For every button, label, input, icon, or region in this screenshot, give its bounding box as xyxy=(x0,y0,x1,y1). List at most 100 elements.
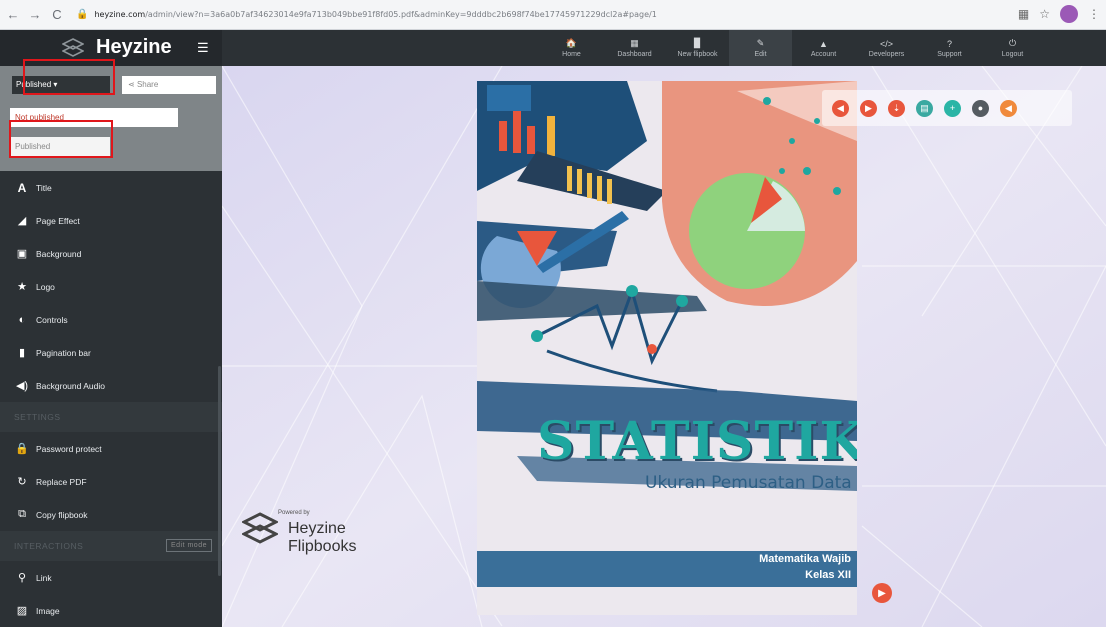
sidebar-item-pagination-bar[interactable]: ▮ Pagination bar xyxy=(0,336,222,369)
powered-label: Powered by xyxy=(278,510,310,516)
powered-name: Heyzine Flipbooks xyxy=(288,520,356,556)
section-label: SETTINGS xyxy=(14,412,61,422)
share-icon: ⋖ xyxy=(128,80,137,89)
nav-edit[interactable]: ✎ Edit xyxy=(729,30,792,66)
sidebar-item-background-audio[interactable]: ◀) Background Audio xyxy=(0,369,222,402)
nav-label: Dashboard xyxy=(617,51,652,58)
sidebar-item-background[interactable]: ▣ Background xyxy=(0,237,222,270)
copy-icon: ⧉ xyxy=(18,508,26,520)
document-icon: ▉ xyxy=(694,38,701,48)
cover-illustration xyxy=(477,81,857,491)
zoom-icon[interactable]: + xyxy=(944,99,961,117)
sidebar-item-label: Pagination bar xyxy=(36,347,91,358)
kebab-menu-icon[interactable]: ⋮ xyxy=(1088,7,1100,21)
avatar[interactable] xyxy=(1060,5,1078,23)
back-icon[interactable]: ← xyxy=(4,7,22,22)
bookmark-star-icon[interactable]: ☆ xyxy=(1039,7,1050,21)
sidebar-item-label: Background xyxy=(36,248,82,259)
sidebar-item-label: Background Audio xyxy=(36,380,105,391)
heyzine-logo-icon xyxy=(62,38,84,57)
sidebar-item-label: Page Effect xyxy=(36,215,80,226)
nav-label: Account xyxy=(810,50,837,58)
forward-icon[interactable]: → xyxy=(26,7,44,22)
address-bar[interactable]: heyzine.com/admin/view?n=3a6a0b7af346230… xyxy=(94,10,974,19)
user-icon: ▲ xyxy=(819,38,828,49)
pencil-icon: ✎ xyxy=(756,38,765,48)
book-cover[interactable]: STATISTIKA Ukuran Pemusatan Data Matemat… xyxy=(477,81,857,615)
nav-new-flipbook[interactable]: ▉ New flipbook xyxy=(666,30,729,66)
chevron-right-icon: ▶ xyxy=(878,587,886,599)
sidebar-item-label: Copy flipbook xyxy=(36,509,88,520)
sidebar-item-label: Password protect xyxy=(36,443,102,454)
sidebar-item-copy-flipbook[interactable]: ⧉ Copy flipbook xyxy=(0,498,222,531)
sidebar-menu: A Title ◢ Page Effect ▣ Background ★ Logo ◐ C… xyxy=(0,171,222,627)
section-label: INTERACTIONS xyxy=(14,541,84,551)
sidebar-item-logo[interactable]: ★ Logo xyxy=(0,270,222,303)
toggle-icon: ◐ xyxy=(18,313,26,326)
nav-support[interactable]: ? Support xyxy=(918,30,981,66)
previous-icon[interactable]: ◀ xyxy=(832,99,849,117)
nav-label: New flipbook xyxy=(677,51,718,58)
dashboard-icon: ▦ xyxy=(630,38,639,48)
nav-account[interactable]: ▲ Account xyxy=(792,30,855,66)
nav-label: Support xyxy=(937,50,962,58)
section-settings: SETTINGS xyxy=(0,402,222,432)
bookmark-icon: ▮ xyxy=(18,347,26,359)
image-icon: ▨ xyxy=(16,605,28,617)
browser-actions: ▦ ☆ ⋮ xyxy=(1018,5,1100,23)
sidebar-item-password-protect[interactable]: 🔒 Password protect xyxy=(0,432,222,465)
fullscreen-icon[interactable]: ● xyxy=(972,99,989,117)
edit-mode-button[interactable]: Edit mode xyxy=(165,539,212,552)
star-icon: ★ xyxy=(17,281,27,293)
lock-icon: 🔒 xyxy=(15,443,29,455)
url-host: heyzine.com xyxy=(94,10,146,19)
browser-chrome: ← → C 🔒 heyzine.com/admin/view?n=3a6a0b7… xyxy=(0,0,1106,30)
sidebar-scrollbar[interactable] xyxy=(218,366,221,576)
sidebar-item-label: Title xyxy=(36,182,52,193)
section-interactions: INTERACTIONS Edit mode xyxy=(0,531,222,561)
refresh-icon: ↻ xyxy=(17,476,27,488)
sidebar-item-label: Controls xyxy=(36,314,68,325)
link-icon: ⚲ xyxy=(17,572,27,584)
code-icon: </> xyxy=(879,38,893,49)
nav-label: Logout xyxy=(1001,51,1024,58)
print-icon[interactable]: ▤ xyxy=(916,99,933,117)
sidebar-item-page-effect[interactable]: ◢ Page Effect xyxy=(0,204,222,237)
sidebar-item-controls[interactable]: ◐ Controls xyxy=(0,303,222,336)
brand-name: Heyzine xyxy=(96,36,172,58)
next-icon[interactable]: ▶ xyxy=(860,99,877,117)
powered-name-line2: Flipbooks xyxy=(288,538,357,555)
nav-label: Developers xyxy=(868,50,905,58)
power-icon: ⏻ xyxy=(1008,38,1017,48)
sidebar-item-replace-pdf[interactable]: ↻ Replace PDF xyxy=(0,465,222,498)
powered-by-badge[interactable]: Powered by Heyzine Flipbooks xyxy=(242,510,402,590)
reload-icon[interactable]: C xyxy=(48,7,66,22)
nav-developers[interactable]: </> Developers xyxy=(855,30,918,66)
book-band: Matematika Wajib Kelas XII xyxy=(477,551,857,587)
sidebar-item-label: Link xyxy=(36,572,52,583)
sidebar-item-link[interactable]: ⚲ Link xyxy=(0,561,222,594)
highlight-box xyxy=(9,120,113,158)
share-label: Share xyxy=(136,80,159,89)
heyzine-logo-icon xyxy=(242,512,278,544)
translate-icon[interactable]: ▦ xyxy=(1018,7,1029,21)
sidebar-item-label: Image xyxy=(36,605,60,616)
download-icon[interactable]: ⇣ xyxy=(888,99,905,117)
top-navbar: Heyzine ☰ 🏠 Home ▦ Dashboard ▉ New flipbook… xyxy=(0,30,1106,66)
sound-icon[interactable]: ◀ xyxy=(1000,99,1017,117)
sidebar-item-title[interactable]: A Title xyxy=(0,171,222,204)
nav-dashboard[interactable]: ▦ Dashboard xyxy=(603,30,666,66)
hamburger-icon[interactable]: ☰ xyxy=(197,40,209,56)
speaker-icon: ◀) xyxy=(15,380,29,392)
nav-label: Home xyxy=(562,51,581,58)
nav-logout[interactable]: ⏻ Logout xyxy=(981,30,1044,66)
sidebar-item-image[interactable]: ▨ Image xyxy=(0,594,222,627)
next-page-button[interactable]: ▶ xyxy=(872,583,892,603)
viewer-toolbar: ◀ ▶ ⇣ ▤ + ● ◀ xyxy=(822,90,1072,126)
nav-home[interactable]: 🏠 Home xyxy=(540,30,603,66)
book-line2: Kelas XII xyxy=(805,569,851,581)
nav-label: Edit xyxy=(754,51,767,58)
powered-name-line1: Heyzine xyxy=(288,520,346,537)
main-nav: 🏠 Home ▦ Dashboard ▉ New flipbook ✎ Edit ▲ Ac… xyxy=(540,30,1044,66)
share-button[interactable]: ⋖ Share xyxy=(122,76,216,94)
